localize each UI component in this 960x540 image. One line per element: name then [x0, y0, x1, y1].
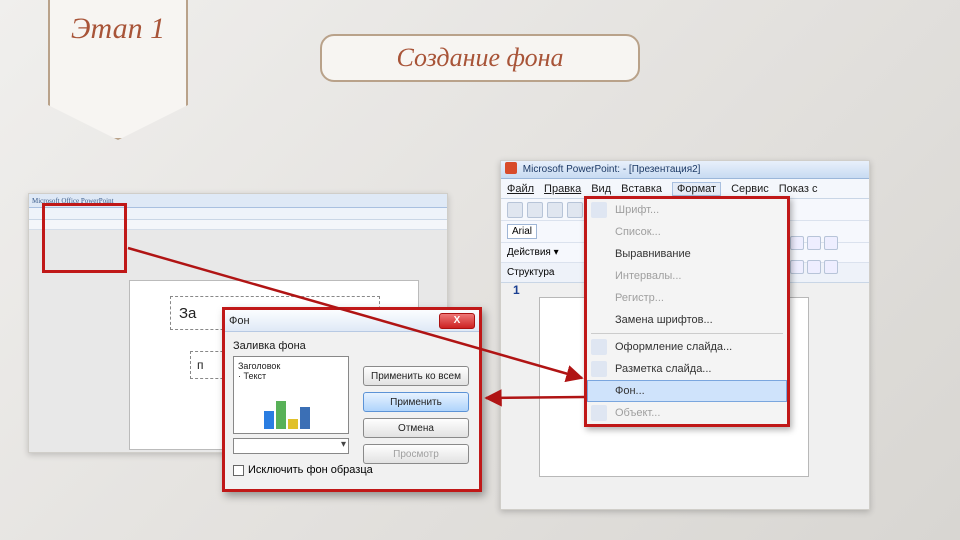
menu-item-label: Шрифт...	[615, 204, 659, 216]
menu-item-1: Список...	[587, 221, 787, 243]
menu-item-label: Замена шрифтов...	[615, 314, 713, 326]
align-left-icon[interactable]	[790, 236, 804, 250]
menu-item-icon	[591, 202, 607, 218]
menu-item-label: Оформление слайда...	[615, 341, 732, 353]
menu-item-label: Выравнивание	[615, 248, 691, 260]
section-label: Заливка фона	[233, 340, 471, 352]
background-dialog: Фон X Заливка фона Заголовок · Текст Иск…	[222, 307, 482, 492]
menu-view[interactable]: Вид	[591, 183, 611, 195]
preview-text: · Текст	[238, 371, 344, 381]
menu-item-label: Фон...	[615, 385, 645, 397]
menu-item-label: Список...	[615, 226, 661, 238]
dialog-titlebar: Фон X	[225, 310, 479, 332]
print-icon[interactable]	[567, 202, 583, 218]
fill-preview: Заголовок · Текст	[233, 356, 349, 434]
menu-item-label: Регистр...	[615, 292, 664, 304]
menu-item-5[interactable]: Замена шрифтов...	[587, 309, 787, 331]
save-icon[interactable]	[547, 202, 563, 218]
slide-title: Создание фона	[320, 34, 640, 82]
menu-item-7[interactable]: Разметка слайда...	[587, 358, 787, 380]
right-titlebar-text: Microsoft PowerPoint: - [Презентация2]	[523, 164, 701, 175]
menu-item-4: Регистр...	[587, 287, 787, 309]
menu-insert[interactable]: Вставка	[621, 183, 662, 195]
open-icon[interactable]	[527, 202, 543, 218]
checkbox-label: Исключить фон образца	[248, 464, 373, 476]
right-titlebar: Microsoft PowerPoint: - [Презентация2]	[501, 161, 869, 179]
preview-title: Заголовок	[238, 361, 344, 371]
powerpoint-icon	[505, 162, 517, 174]
menu-format[interactable]: Формат	[672, 182, 721, 196]
menu-item-icon	[591, 339, 607, 355]
dialog-body: Заливка фона Заголовок · Текст Исключить…	[225, 332, 479, 484]
menu-item-icon	[591, 361, 607, 377]
left-toolbar-2	[29, 220, 447, 230]
left-toolbar	[29, 208, 447, 220]
menu-item-9: Объект...	[587, 402, 787, 424]
apply-all-button[interactable]: Применить ко всем	[363, 366, 469, 386]
actions-dropdown[interactable]: Действия ▾	[507, 247, 559, 258]
menu-item-8[interactable]: Фон...	[587, 380, 787, 402]
preview-button[interactable]: Просмотр	[363, 444, 469, 464]
stage-ribbon: Этап 1	[48, 0, 188, 140]
stage-label: Этап 1	[50, 12, 186, 46]
close-button[interactable]: X	[439, 313, 475, 329]
font-name-box[interactable]: Arial	[507, 224, 537, 239]
extra-toolbar-icons-2	[790, 260, 838, 274]
menu-edit[interactable]: Правка	[544, 183, 581, 195]
menu-item-label: Разметка слайда...	[615, 363, 711, 375]
menu-item-0: Шрифт...	[587, 199, 787, 221]
format-dropdown: Шрифт... Список... Выравнивание Интервалы..…	[584, 196, 790, 427]
menu-item-6[interactable]: Оформление слайда...	[587, 336, 787, 358]
menu-file[interactable]: Файл	[507, 183, 534, 195]
dialog-title-text: Фон	[229, 315, 250, 327]
preview-chart-icon	[264, 401, 310, 429]
menu-item-label: Интервалы...	[615, 270, 681, 282]
fill-icon[interactable]	[807, 260, 821, 274]
shape-icon[interactable]	[790, 260, 804, 274]
align-center-icon[interactable]	[807, 236, 821, 250]
menu-item-label: Объект...	[615, 407, 660, 419]
menu-item-3: Интервалы...	[587, 265, 787, 287]
menu-slideshow[interactable]: Показ с	[779, 183, 818, 195]
slide-number: 1	[513, 283, 520, 297]
new-icon[interactable]	[507, 202, 523, 218]
align-right-icon[interactable]	[824, 236, 838, 250]
line-icon[interactable]	[824, 260, 838, 274]
menu-item-2[interactable]: Выравнивание	[587, 243, 787, 265]
fill-color-combo[interactable]	[233, 438, 349, 454]
exclude-master-checkbox[interactable]: Исключить фон образца	[233, 464, 471, 476]
apply-button[interactable]: Применить	[363, 392, 469, 412]
checkbox-icon	[233, 465, 244, 476]
tab-structure[interactable]: Структура	[507, 267, 554, 278]
left-titlebar: Microsoft Office PowerPoint	[29, 194, 447, 208]
extra-toolbar-icons	[790, 236, 838, 250]
cancel-button[interactable]: Отмена	[363, 418, 469, 438]
menu-item-icon	[591, 405, 607, 421]
dialog-buttons: Применить ко всем Применить Отмена Просм…	[363, 366, 469, 464]
menu-service[interactable]: Сервис	[731, 183, 769, 195]
